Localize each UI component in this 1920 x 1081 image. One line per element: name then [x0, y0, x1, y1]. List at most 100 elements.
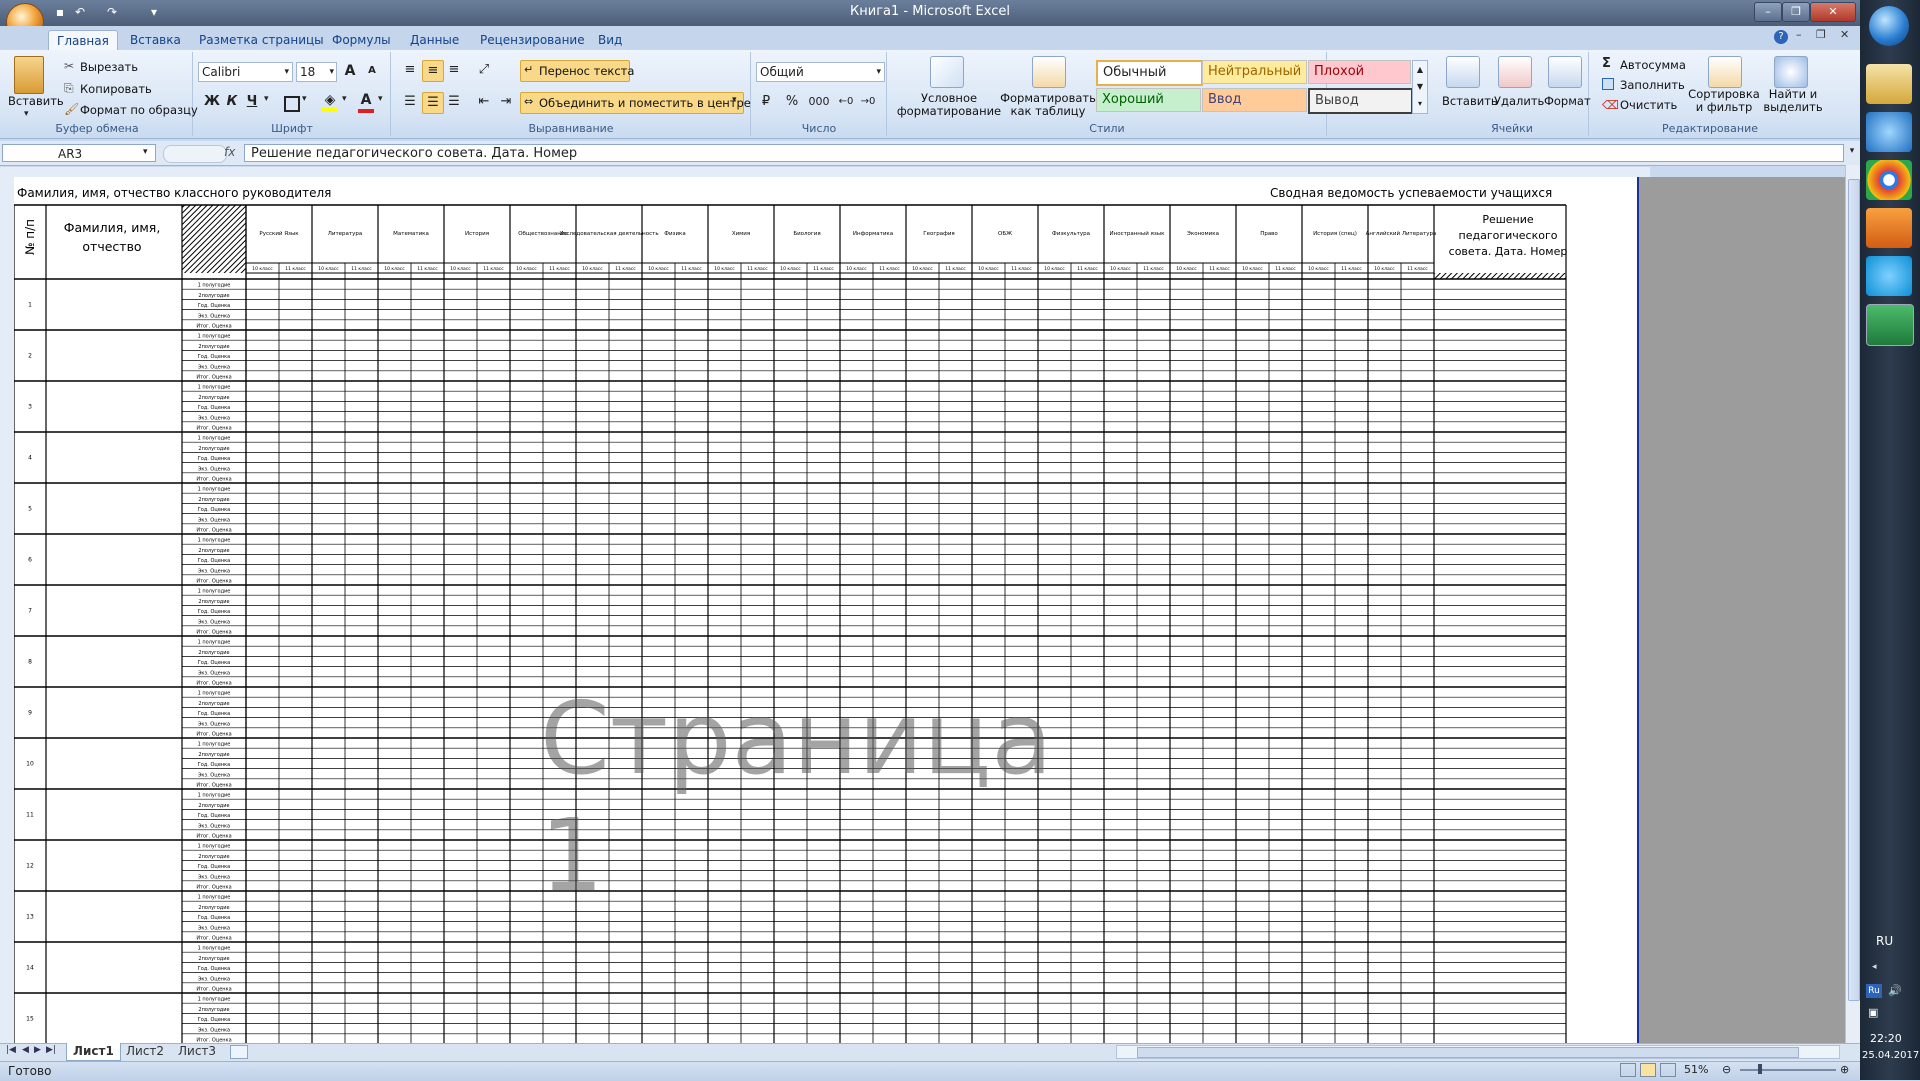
redo-icon[interactable]: ↷: [104, 5, 120, 21]
format-cells-button[interactable]: Формат: [1544, 94, 1591, 108]
chevron-down-icon[interactable]: ▾: [342, 94, 347, 104]
page-break-view-icon[interactable]: [1660, 1063, 1676, 1077]
conditional-format-icon[interactable]: [930, 56, 964, 88]
style-normal[interactable]: Обычный: [1096, 60, 1203, 86]
find-select-button[interactable]: Найти и выделить: [1762, 88, 1824, 114]
clock-date[interactable]: 25.04.2017: [1862, 1050, 1919, 1061]
align-center-icon[interactable]: ☰: [422, 92, 444, 114]
format-as-table-icon[interactable]: [1032, 56, 1066, 88]
chevron-down-icon[interactable]: ▾: [264, 94, 269, 104]
binoculars-icon[interactable]: [1774, 56, 1808, 88]
internet-explorer-icon[interactable]: [1866, 112, 1912, 152]
insert-cells-button[interactable]: Вставить: [1442, 94, 1498, 108]
bold-button[interactable]: Ж: [202, 92, 222, 112]
tab-next-icon[interactable]: ▶: [34, 1045, 41, 1055]
font-name-combo[interactable]: Calibri ▾: [198, 62, 293, 82]
tab-formulas[interactable]: Формулы: [324, 30, 399, 50]
formula-expand-control[interactable]: [163, 145, 227, 163]
excel-taskbar-icon[interactable]: [1866, 304, 1914, 346]
horizontal-scrollbar[interactable]: [1116, 1045, 1840, 1059]
zoom-slider[interactable]: [1740, 1069, 1836, 1071]
tab-data[interactable]: Данные: [402, 30, 467, 50]
insert-cells-icon[interactable]: [1446, 56, 1480, 88]
lang-small-indicator[interactable]: Ru: [1866, 984, 1882, 998]
copy-button[interactable]: Копировать: [80, 82, 152, 96]
decrease-decimal-icon[interactable]: →0: [858, 92, 878, 112]
lang-indicator[interactable]: RU: [1876, 934, 1893, 948]
delete-cells-button[interactable]: Удалить: [1494, 94, 1544, 108]
percent-button[interactable]: %: [782, 92, 802, 112]
tab-page-layout[interactable]: Разметка страницы: [191, 30, 332, 50]
sheet-tab-1[interactable]: Лист1: [66, 1043, 121, 1061]
font-size-combo[interactable]: 18 ▾: [296, 62, 337, 82]
insert-sheet-icon[interactable]: [230, 1045, 248, 1059]
increase-indent-icon[interactable]: ⇥: [496, 92, 516, 112]
restore-window-button[interactable]: ❐: [1782, 2, 1810, 22]
page-layout-view-icon[interactable]: [1640, 1063, 1656, 1077]
start-button-icon[interactable]: [1869, 6, 1909, 46]
conditional-format-button[interactable]: Условное форматирование: [894, 92, 1004, 118]
cut-button[interactable]: Вырезать: [80, 60, 138, 74]
sheet-tab-3[interactable]: Лист3: [172, 1043, 222, 1060]
styles-scroll-icon[interactable]: ▲ ▼ ▾: [1412, 60, 1428, 114]
increase-decimal-icon[interactable]: ←0: [836, 92, 856, 112]
skype-icon[interactable]: [1866, 256, 1912, 296]
style-input[interactable]: Ввод: [1202, 88, 1307, 112]
align-middle-icon[interactable]: ≡: [422, 60, 444, 82]
workbook-restore-icon[interactable]: ❐: [1816, 28, 1826, 41]
text-orientation-icon[interactable]: ⤢: [474, 60, 494, 80]
decrease-indent-icon[interactable]: ⇤: [474, 92, 494, 112]
format-painter-button[interactable]: Формат по образцу: [80, 103, 198, 117]
clear-button[interactable]: Очистить: [1620, 98, 1677, 112]
align-left-icon[interactable]: ☰: [400, 92, 420, 112]
tab-last-icon[interactable]: ▶|: [46, 1045, 56, 1055]
qat-customize-icon[interactable]: ▾: [146, 5, 162, 21]
italic-button[interactable]: К: [222, 92, 242, 112]
undo-icon[interactable]: ↶: [72, 5, 88, 21]
help-icon[interactable]: ?: [1774, 30, 1788, 44]
name-box[interactable]: AR3: [2, 144, 156, 162]
sheet-tab-2[interactable]: Лист2: [120, 1043, 170, 1060]
formula-bar-expand-icon[interactable]: ▾: [1846, 146, 1858, 160]
fill-button[interactable]: Заполнить: [1620, 78, 1685, 92]
thousands-button[interactable]: 000: [806, 92, 832, 112]
zoom-level[interactable]: 51%: [1684, 1063, 1708, 1076]
chevron-down-icon[interactable]: ▾: [143, 147, 148, 157]
row-headers[interactable]: [0, 177, 15, 1043]
tab-view[interactable]: Вид: [590, 30, 630, 50]
tray-expand-icon[interactable]: ◂: [1872, 962, 1877, 972]
media-player-icon[interactable]: [1866, 208, 1912, 248]
workbook-minimize-icon[interactable]: –: [1796, 28, 1802, 41]
underline-button[interactable]: Ч: [242, 92, 262, 112]
tab-prev-icon[interactable]: ◀: [22, 1045, 29, 1055]
align-bottom-icon[interactable]: ≡: [444, 60, 464, 80]
tab-review[interactable]: Рецензирование: [472, 30, 593, 50]
font-color-icon[interactable]: A: [356, 92, 376, 113]
sort-filter-button[interactable]: Сортировка и фильтр: [1688, 88, 1760, 114]
align-top-icon[interactable]: ≡: [400, 60, 420, 80]
tab-first-icon[interactable]: |◀: [6, 1045, 16, 1055]
style-neutral[interactable]: Нейтральный: [1202, 60, 1307, 84]
wrap-text-button[interactable]: Перенос текста ↵: [520, 60, 634, 82]
zoom-slider-thumb[interactable]: [1758, 1064, 1762, 1074]
chevron-down-icon[interactable]: ▾: [378, 94, 383, 104]
delete-cells-icon[interactable]: [1498, 56, 1532, 88]
network-icon[interactable]: ▣: [1868, 1006, 1878, 1019]
fill-color-icon[interactable]: ◈: [320, 92, 340, 112]
chevron-down-icon[interactable]: ▾: [302, 94, 307, 104]
horizontal-scroll-thumb[interactable]: [1137, 1047, 1799, 1058]
format-as-table-button[interactable]: Форматировать как таблицу: [998, 92, 1098, 118]
zoom-in-icon[interactable]: ⊕: [1840, 1063, 1849, 1076]
style-output[interactable]: Вывод: [1308, 88, 1413, 114]
clock-time[interactable]: 22:20: [1870, 1032, 1902, 1045]
minimize-window-button[interactable]: –: [1754, 2, 1782, 22]
style-good[interactable]: Хороший: [1096, 88, 1201, 112]
style-bad[interactable]: Плохой: [1308, 60, 1411, 84]
close-window-button[interactable]: ✕: [1810, 2, 1856, 22]
grow-font-button[interactable]: A: [340, 61, 360, 81]
border-icon[interactable]: [284, 96, 300, 112]
merge-center-button[interactable]: Объединить и поместить в центре ⇔ ▾: [520, 92, 751, 114]
chrome-icon[interactable]: [1866, 160, 1912, 200]
number-format-combo[interactable]: Общий ▾: [756, 62, 885, 82]
align-right-icon[interactable]: ☰: [444, 92, 464, 112]
